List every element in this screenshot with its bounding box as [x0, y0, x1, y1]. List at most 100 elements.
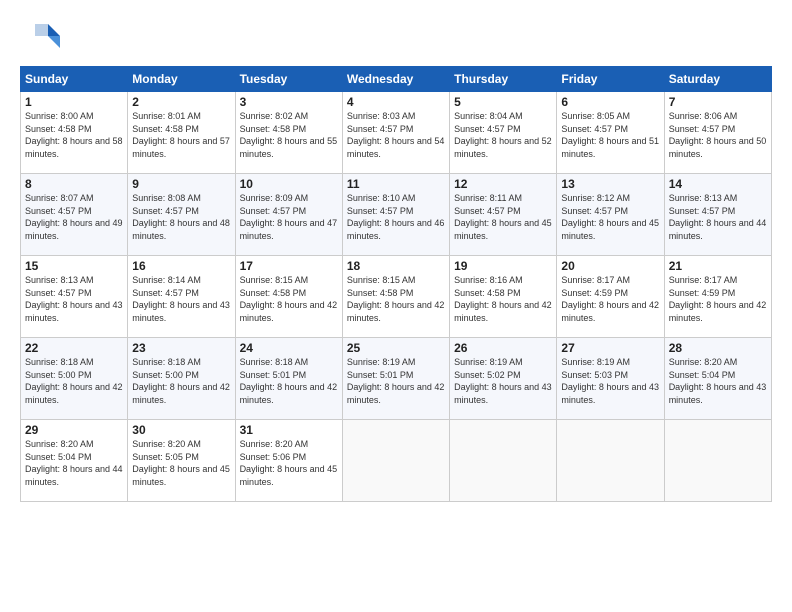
calendar-cell: 11 Sunrise: 8:10 AM Sunset: 4:57 PM Dayl… [342, 174, 449, 256]
page: SundayMondayTuesdayWednesdayThursdayFrid… [0, 0, 792, 612]
calendar-cell: 30 Sunrise: 8:20 AM Sunset: 5:05 PM Dayl… [128, 420, 235, 502]
calendar-cell: 25 Sunrise: 8:19 AM Sunset: 5:01 PM Dayl… [342, 338, 449, 420]
day-number: 18 [347, 259, 445, 273]
day-number: 19 [454, 259, 552, 273]
cell-info: Sunrise: 8:11 AM Sunset: 4:57 PM Dayligh… [454, 192, 552, 242]
day-number: 13 [561, 177, 659, 191]
calendar-cell [664, 420, 771, 502]
calendar-cell: 23 Sunrise: 8:18 AM Sunset: 5:00 PM Dayl… [128, 338, 235, 420]
calendar-cell: 2 Sunrise: 8:01 AM Sunset: 4:58 PM Dayli… [128, 92, 235, 174]
day-number: 12 [454, 177, 552, 191]
cell-info: Sunrise: 8:02 AM Sunset: 4:58 PM Dayligh… [240, 110, 338, 160]
cell-info: Sunrise: 8:20 AM Sunset: 5:06 PM Dayligh… [240, 438, 338, 488]
day-number: 17 [240, 259, 338, 273]
day-number: 30 [132, 423, 230, 437]
calendar-cell [342, 420, 449, 502]
logo-icon [20, 16, 60, 56]
cell-info: Sunrise: 8:18 AM Sunset: 5:01 PM Dayligh… [240, 356, 338, 406]
day-number: 10 [240, 177, 338, 191]
day-number: 11 [347, 177, 445, 191]
cell-info: Sunrise: 8:08 AM Sunset: 4:57 PM Dayligh… [132, 192, 230, 242]
cell-info: Sunrise: 8:20 AM Sunset: 5:04 PM Dayligh… [669, 356, 767, 406]
day-number: 14 [669, 177, 767, 191]
cell-info: Sunrise: 8:19 AM Sunset: 5:01 PM Dayligh… [347, 356, 445, 406]
cell-info: Sunrise: 8:16 AM Sunset: 4:58 PM Dayligh… [454, 274, 552, 324]
cell-info: Sunrise: 8:10 AM Sunset: 4:57 PM Dayligh… [347, 192, 445, 242]
day-number: 2 [132, 95, 230, 109]
calendar-cell: 7 Sunrise: 8:06 AM Sunset: 4:57 PM Dayli… [664, 92, 771, 174]
calendar-body: 1 Sunrise: 8:00 AM Sunset: 4:58 PM Dayli… [21, 92, 772, 502]
cell-info: Sunrise: 8:18 AM Sunset: 5:00 PM Dayligh… [132, 356, 230, 406]
day-number: 16 [132, 259, 230, 273]
cell-info: Sunrise: 8:01 AM Sunset: 4:58 PM Dayligh… [132, 110, 230, 160]
calendar-cell: 31 Sunrise: 8:20 AM Sunset: 5:06 PM Dayl… [235, 420, 342, 502]
calendar-cell: 13 Sunrise: 8:12 AM Sunset: 4:57 PM Dayl… [557, 174, 664, 256]
cell-info: Sunrise: 8:19 AM Sunset: 5:03 PM Dayligh… [561, 356, 659, 406]
calendar-header: SundayMondayTuesdayWednesdayThursdayFrid… [21, 67, 772, 92]
calendar-week-row: 29 Sunrise: 8:20 AM Sunset: 5:04 PM Dayl… [21, 420, 772, 502]
cell-info: Sunrise: 8:06 AM Sunset: 4:57 PM Dayligh… [669, 110, 767, 160]
calendar-week-row: 1 Sunrise: 8:00 AM Sunset: 4:58 PM Dayli… [21, 92, 772, 174]
weekday-header-thursday: Thursday [450, 67, 557, 92]
weekday-header-tuesday: Tuesday [235, 67, 342, 92]
cell-info: Sunrise: 8:07 AM Sunset: 4:57 PM Dayligh… [25, 192, 123, 242]
calendar-cell: 29 Sunrise: 8:20 AM Sunset: 5:04 PM Dayl… [21, 420, 128, 502]
calendar-cell: 26 Sunrise: 8:19 AM Sunset: 5:02 PM Dayl… [450, 338, 557, 420]
cell-info: Sunrise: 8:14 AM Sunset: 4:57 PM Dayligh… [132, 274, 230, 324]
calendar-cell: 28 Sunrise: 8:20 AM Sunset: 5:04 PM Dayl… [664, 338, 771, 420]
day-number: 26 [454, 341, 552, 355]
day-number: 7 [669, 95, 767, 109]
calendar-cell: 21 Sunrise: 8:17 AM Sunset: 4:59 PM Dayl… [664, 256, 771, 338]
calendar-cell: 3 Sunrise: 8:02 AM Sunset: 4:58 PM Dayli… [235, 92, 342, 174]
weekday-header-monday: Monday [128, 67, 235, 92]
weekday-header-sunday: Sunday [21, 67, 128, 92]
day-number: 29 [25, 423, 123, 437]
calendar-cell: 22 Sunrise: 8:18 AM Sunset: 5:00 PM Dayl… [21, 338, 128, 420]
calendar-cell: 4 Sunrise: 8:03 AM Sunset: 4:57 PM Dayli… [342, 92, 449, 174]
calendar-cell: 17 Sunrise: 8:15 AM Sunset: 4:58 PM Dayl… [235, 256, 342, 338]
cell-info: Sunrise: 8:13 AM Sunset: 4:57 PM Dayligh… [25, 274, 123, 324]
day-number: 6 [561, 95, 659, 109]
day-number: 3 [240, 95, 338, 109]
calendar-table: SundayMondayTuesdayWednesdayThursdayFrid… [20, 66, 772, 502]
calendar-cell: 15 Sunrise: 8:13 AM Sunset: 4:57 PM Dayl… [21, 256, 128, 338]
calendar-cell: 6 Sunrise: 8:05 AM Sunset: 4:57 PM Dayli… [557, 92, 664, 174]
calendar-week-row: 8 Sunrise: 8:07 AM Sunset: 4:57 PM Dayli… [21, 174, 772, 256]
logo [20, 16, 60, 56]
calendar-cell: 12 Sunrise: 8:11 AM Sunset: 4:57 PM Dayl… [450, 174, 557, 256]
cell-info: Sunrise: 8:17 AM Sunset: 4:59 PM Dayligh… [669, 274, 767, 324]
calendar-cell: 18 Sunrise: 8:15 AM Sunset: 4:58 PM Dayl… [342, 256, 449, 338]
cell-info: Sunrise: 8:04 AM Sunset: 4:57 PM Dayligh… [454, 110, 552, 160]
calendar-cell: 14 Sunrise: 8:13 AM Sunset: 4:57 PM Dayl… [664, 174, 771, 256]
calendar-cell: 10 Sunrise: 8:09 AM Sunset: 4:57 PM Dayl… [235, 174, 342, 256]
cell-info: Sunrise: 8:15 AM Sunset: 4:58 PM Dayligh… [347, 274, 445, 324]
day-number: 8 [25, 177, 123, 191]
calendar-week-row: 22 Sunrise: 8:18 AM Sunset: 5:00 PM Dayl… [21, 338, 772, 420]
cell-info: Sunrise: 8:12 AM Sunset: 4:57 PM Dayligh… [561, 192, 659, 242]
calendar-cell: 27 Sunrise: 8:19 AM Sunset: 5:03 PM Dayl… [557, 338, 664, 420]
calendar-week-row: 15 Sunrise: 8:13 AM Sunset: 4:57 PM Dayl… [21, 256, 772, 338]
header [20, 16, 772, 56]
cell-info: Sunrise: 8:15 AM Sunset: 4:58 PM Dayligh… [240, 274, 338, 324]
day-number: 15 [25, 259, 123, 273]
calendar-cell [450, 420, 557, 502]
calendar-cell [557, 420, 664, 502]
cell-info: Sunrise: 8:00 AM Sunset: 4:58 PM Dayligh… [25, 110, 123, 160]
cell-info: Sunrise: 8:19 AM Sunset: 5:02 PM Dayligh… [454, 356, 552, 406]
calendar-cell: 1 Sunrise: 8:00 AM Sunset: 4:58 PM Dayli… [21, 92, 128, 174]
cell-info: Sunrise: 8:03 AM Sunset: 4:57 PM Dayligh… [347, 110, 445, 160]
calendar-cell: 8 Sunrise: 8:07 AM Sunset: 4:57 PM Dayli… [21, 174, 128, 256]
calendar-cell: 16 Sunrise: 8:14 AM Sunset: 4:57 PM Dayl… [128, 256, 235, 338]
day-number: 25 [347, 341, 445, 355]
day-number: 21 [669, 259, 767, 273]
weekday-header-friday: Friday [557, 67, 664, 92]
weekday-header-row: SundayMondayTuesdayWednesdayThursdayFrid… [21, 67, 772, 92]
day-number: 27 [561, 341, 659, 355]
day-number: 23 [132, 341, 230, 355]
cell-info: Sunrise: 8:05 AM Sunset: 4:57 PM Dayligh… [561, 110, 659, 160]
cell-info: Sunrise: 8:13 AM Sunset: 4:57 PM Dayligh… [669, 192, 767, 242]
calendar-cell: 9 Sunrise: 8:08 AM Sunset: 4:57 PM Dayli… [128, 174, 235, 256]
cell-info: Sunrise: 8:20 AM Sunset: 5:04 PM Dayligh… [25, 438, 123, 488]
day-number: 4 [347, 95, 445, 109]
day-number: 28 [669, 341, 767, 355]
